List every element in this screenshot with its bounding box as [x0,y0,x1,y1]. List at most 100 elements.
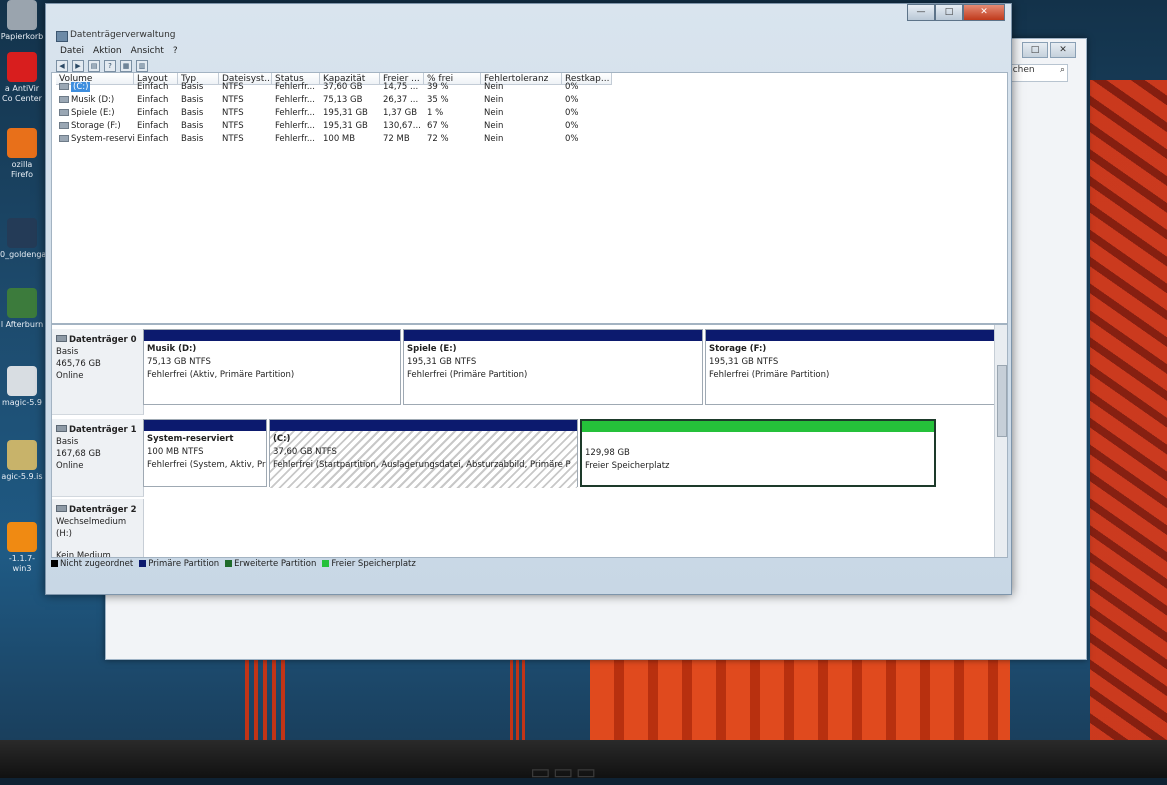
settings-icon[interactable]: ▥ [136,60,148,72]
desktop-icon[interactable]: Papierkorb [0,0,44,42]
table-cell: 35 % [427,95,449,105]
desktop-icon[interactable]: agic-5.9.is [0,440,44,482]
table-row[interactable]: (C:) Einfach Basis NTFS Fehlerfr... 37,60 GB 1… [52,81,612,94]
maximize-button[interactable]: □ [935,4,963,21]
disk-graphic-view[interactable]: Datenträger 0 Basis 465,76 GB Online Musik (… [51,324,1008,558]
help-icon[interactable]: ? [104,60,116,72]
partition-status: Freier Speicherplatz [585,461,670,471]
volume-name: Spiele (E:) [71,108,115,118]
disk-icon [56,425,67,432]
partition-body: Spiele (E:) 195,31 GB NTFS Fehlerfrei (Pri… [404,341,702,406]
properties-icon[interactable]: ▦ [120,60,132,72]
menu-datei[interactable]: Datei [60,46,84,56]
legend: Nicht zugeordnet Primäre Partition Erweite… [51,559,416,569]
unallocated-space[interactable]: 129,98 GB Freier Speicherplatz [580,419,936,487]
table-cell: Fehlerfr... [275,108,315,118]
table-cell: 0% [565,108,579,118]
close-button[interactable]: ✕ [1050,42,1076,58]
desktop-icon[interactable]: -1.1.7-win3 [0,522,44,574]
partition-status: Fehlerfrei (Primäre Partition) [709,370,830,380]
disk-size: 167,68 GB [56,449,101,459]
legend-swatch [225,560,233,567]
partition-title: System-reserviert [147,434,234,444]
desktop-icon[interactable]: magic-5.9 [0,366,44,408]
partition[interactable]: (C:) 37,60 GB NTFS Fehlerfrei (Startpartit… [269,419,578,488]
disk-label[interactable]: Datenträger 0 Basis 465,76 GB Online [52,329,144,415]
table-cell: Nein [484,108,504,118]
table-cell: 37,60 GB [323,82,363,92]
disk-type: Basis [56,437,79,447]
partition[interactable]: System-reserviert 100 MB NTFS Fehlerfrei (… [143,419,267,487]
desktop-icon[interactable]: 0_goldenga [0,218,46,260]
table-row[interactable]: Musik (D:) Einfach Basis NTFS Fehlerfr... 75,… [52,94,612,107]
partition-body: 129,98 GB Freier Speicherplatz [582,432,934,489]
app-icon [7,52,37,82]
partition-body: System-reserviert 100 MB NTFS Fehlerfrei (… [144,431,266,488]
table-row[interactable]: Storage (F:) Einfach Basis NTFS Fehlerfr... 1… [52,120,612,133]
partition-title [585,434,931,447]
desktop-icon[interactable]: a AntiVir Co Center [0,52,44,104]
desktop-icon[interactable]: l Afterburn [0,288,44,330]
volume-name: Storage (F:) [71,121,121,131]
table-cell: Nein [484,134,504,144]
wallpaper-shape [1090,80,1167,740]
table-cell: Spiele (E:) [59,107,135,120]
table-cell: Basis [181,134,204,144]
partition-body: Musik (D:) 75,13 GB NTFS Fehlerfrei (Aktiv… [144,341,400,406]
table-row[interactable]: System-reservi...Einfach Basis NTFS Fehlerf… [52,133,612,146]
partition-status: Fehlerfrei (Startpartition, Auslagerungs… [273,460,571,470]
volume-list[interactable]: Volume Layout Typ Dateisyst... Status Kapazit… [51,72,1008,324]
table-cell: Einfach [137,134,169,144]
partition-size: 195,31 GB NTFS [407,357,477,367]
disk-name: Datenträger 1 [69,425,137,435]
menu-help[interactable]: ? [173,46,178,56]
back-icon[interactable]: ◀ [56,60,68,72]
volume-icon [59,83,69,90]
table-cell: 0% [565,95,579,105]
maximize-button[interactable]: □ [1022,42,1048,58]
disk-type: Wechselmedium (H:) [56,517,127,539]
volume-name: Musik (D:) [71,95,115,105]
close-button[interactable]: ✕ [963,4,1005,21]
partition-title: Spiele (E:) [407,344,457,354]
minimize-button[interactable]: — [907,4,935,21]
wallpaper-shape [590,660,1010,740]
table-cell: 72 MB [383,134,410,144]
partition[interactable]: Storage (F:) 195,31 GB NTFS Fehlerfrei (Pr… [705,329,1004,405]
table-cell: Einfach [137,121,169,131]
disk-label[interactable]: Datenträger 1 Basis 167,68 GB Online [52,419,144,497]
legend-swatch [139,560,147,567]
desktop-icon[interactable]: ozilla Firefo [0,128,44,180]
table-row[interactable]: Spiele (E:) Einfach Basis NTFS Fehlerfr... 19… [52,107,612,120]
partition-size: 129,98 GB [585,448,630,458]
desktop-icon-label: l Afterburn [0,320,44,329]
title-bar[interactable]: — □ ✕ [46,4,1011,26]
search-icon: ⌕ [1059,65,1065,75]
table-cell: 0% [565,134,579,144]
app-icon [7,288,37,318]
search-input[interactable]: uchen ⌕ [1006,64,1068,82]
menu-ansicht[interactable]: Ansicht [131,46,164,56]
volume-name: System-reservi... [71,134,135,144]
partition[interactable]: Musik (D:) 75,13 GB NTFS Fehlerfrei (Aktiv… [143,329,401,405]
scrollbar[interactable] [994,325,1007,557]
partition-status: Fehlerfrei (System, Aktiv, Prim [147,460,266,470]
partition[interactable]: Spiele (E:) 195,31 GB NTFS Fehlerfrei (Pri… [403,329,703,405]
window-title: Datenträgerverwaltung [70,30,176,40]
table-cell: NTFS [222,95,244,105]
table-cell: 195,31 GB [323,121,368,131]
table-cell: Nein [484,82,504,92]
disk-label[interactable]: Datenträger 2 Wechselmedium (H:) Kein Medi… [52,499,144,557]
table-cell: 130,67... [383,121,421,131]
disk-management-window[interactable]: — □ ✕ Datenträgerverwaltung Datei Aktion… [45,3,1012,595]
desktop-icon-label: Papierkorb [0,32,44,41]
menu-aktion[interactable]: Aktion [93,46,122,56]
list-view-icon[interactable]: ▤ [88,60,100,72]
legend-swatch [322,560,330,567]
table-cell: Basis [181,121,204,131]
disk-state: Online [56,371,84,381]
forward-icon[interactable]: ▶ [72,60,84,72]
desktop-icon-label: a AntiVir Co Center [2,84,42,103]
scrollbar-thumb[interactable] [997,365,1007,437]
partition-bar [270,420,577,431]
